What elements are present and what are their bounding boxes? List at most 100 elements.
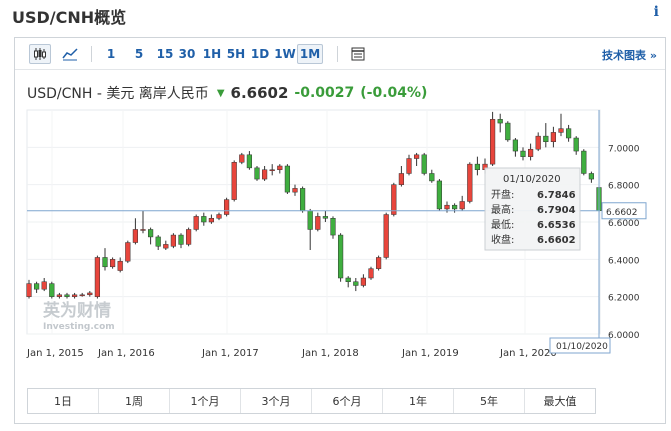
candle-body[interactable] xyxy=(375,257,382,269)
candle-body[interactable] xyxy=(292,188,298,193)
candle-body[interactable] xyxy=(413,154,420,159)
candle-body[interactable] xyxy=(284,165,291,193)
y-tick-label: 6.6000 xyxy=(608,219,640,229)
candle-body[interactable] xyxy=(527,148,534,157)
candle-body[interactable] xyxy=(451,204,458,210)
range-button-1[interactable]: 1周 xyxy=(99,389,170,413)
candle-body[interactable] xyxy=(322,216,329,219)
candle-body[interactable] xyxy=(368,268,374,279)
candle-body[interactable] xyxy=(64,294,70,297)
candle-body[interactable] xyxy=(41,281,47,290)
y-tick-label: 6.0000 xyxy=(608,331,640,341)
candle-body[interactable] xyxy=(565,128,572,139)
candle-body[interactable] xyxy=(102,257,108,268)
candle-body[interactable] xyxy=(345,277,351,282)
candle-body[interactable] xyxy=(87,292,93,296)
chart-widget: 1 5 15 30 1H 5H 1D 1W 1M 技术图表 » USD/CNH - 美元 离岸人… xyxy=(14,37,666,424)
candle-body[interactable] xyxy=(216,214,222,219)
candle-body[interactable] xyxy=(178,234,184,245)
candle-body[interactable] xyxy=(550,132,557,142)
range-button-7[interactable]: 最大值 xyxy=(525,389,595,413)
candle-body[interactable] xyxy=(117,260,123,271)
x-tick-label: Jan 1, 2017 xyxy=(201,348,259,359)
candle-body[interactable] xyxy=(581,150,587,174)
candle-body[interactable] xyxy=(535,135,541,150)
candle-body[interactable] xyxy=(391,184,397,215)
candle-body[interactable] xyxy=(421,154,427,174)
range-button-0[interactable]: 1日 xyxy=(28,389,99,413)
candle-body[interactable] xyxy=(33,283,40,290)
candle-body[interactable] xyxy=(520,150,526,157)
candle-body[interactable] xyxy=(208,218,215,223)
candle-body[interactable] xyxy=(588,173,595,180)
candle-body[interactable] xyxy=(185,229,192,245)
watermark-text-en: Investing.com xyxy=(43,322,115,332)
candle-body[interactable] xyxy=(337,234,344,279)
y-tick-label: 6.4000 xyxy=(608,256,640,266)
candle-body[interactable] xyxy=(429,173,435,182)
candle-body[interactable] xyxy=(125,242,131,262)
candle-body[interactable] xyxy=(307,210,313,230)
candle-body[interactable] xyxy=(353,281,359,286)
candle-body[interactable] xyxy=(231,162,237,200)
candle-body[interactable] xyxy=(94,257,101,297)
candle-body[interactable] xyxy=(512,139,519,152)
candle-body[interactable] xyxy=(269,169,275,171)
candle-body[interactable] xyxy=(444,204,450,210)
candle-body[interactable] xyxy=(170,234,177,247)
candle-body[interactable] xyxy=(330,218,336,236)
candle-body[interactable] xyxy=(163,244,169,249)
page-title: USD/CNH概览 xyxy=(12,8,127,27)
candle-body[interactable] xyxy=(26,283,32,297)
candle-body[interactable] xyxy=(246,154,253,169)
candle-body[interactable] xyxy=(71,294,78,297)
candle-body[interactable] xyxy=(109,259,116,268)
candle-body[interactable] xyxy=(315,216,321,230)
candle-body[interactable] xyxy=(261,169,268,180)
candle-body[interactable] xyxy=(155,236,161,247)
range-button-2[interactable]: 1个月 xyxy=(170,389,241,413)
candle-body[interactable] xyxy=(398,173,405,185)
candle-body[interactable] xyxy=(56,294,63,297)
candle-body[interactable] xyxy=(132,229,139,243)
tooltip-row-label: 收盘: xyxy=(491,233,514,246)
tooltip-row-label: 最高: xyxy=(491,203,514,216)
y-tick-label: 6.2000 xyxy=(608,294,640,304)
candle-body[interactable] xyxy=(558,128,564,133)
tooltip-row-label: 最低: xyxy=(491,218,514,231)
candle-body[interactable] xyxy=(360,277,367,286)
x-tick-label: Jan 1, 2020 xyxy=(499,348,557,359)
candle-body[interactable] xyxy=(489,119,496,165)
watermark-text-cn: 英为财情 xyxy=(43,300,111,321)
tooltip-row-value: 6.7846 xyxy=(537,190,576,201)
candle-body[interactable] xyxy=(497,119,503,124)
candle-body[interactable] xyxy=(201,216,207,223)
candle-body[interactable] xyxy=(543,135,549,142)
tooltip-date: 01/10/2020 xyxy=(503,174,561,185)
candle-body[interactable] xyxy=(436,180,443,210)
candle-body[interactable] xyxy=(193,216,199,230)
candle-body[interactable] xyxy=(299,188,306,212)
candle-body[interactable] xyxy=(467,163,473,202)
candle-body[interactable] xyxy=(147,229,154,238)
candle-body[interactable] xyxy=(79,294,85,297)
candle-body[interactable] xyxy=(49,283,55,297)
range-button-3[interactable]: 3个月 xyxy=(241,389,312,413)
candle-body[interactable] xyxy=(474,163,481,170)
candle-body[interactable] xyxy=(239,154,245,163)
info-icon[interactable]: i xyxy=(654,4,659,20)
price-chart[interactable]: 6.0000 6.2000 6.4000 6.6000 6.8000 7.0000 Jan … xyxy=(15,38,667,383)
range-button-5[interactable]: 1年 xyxy=(383,389,454,413)
candle-body[interactable] xyxy=(277,165,283,170)
candle-body[interactable] xyxy=(573,137,579,152)
candle-body[interactable] xyxy=(223,199,230,215)
candle-body[interactable] xyxy=(140,229,146,231)
candle-body[interactable] xyxy=(505,122,511,141)
candle-body[interactable] xyxy=(459,201,465,210)
candle-body[interactable] xyxy=(254,167,260,180)
tooltip-row-value: 6.6602 xyxy=(537,235,576,246)
range-button-4[interactable]: 6个月 xyxy=(312,389,383,413)
candle-body[interactable] xyxy=(383,214,389,258)
candle-body[interactable] xyxy=(406,158,412,174)
range-button-6[interactable]: 5年 xyxy=(454,389,525,413)
